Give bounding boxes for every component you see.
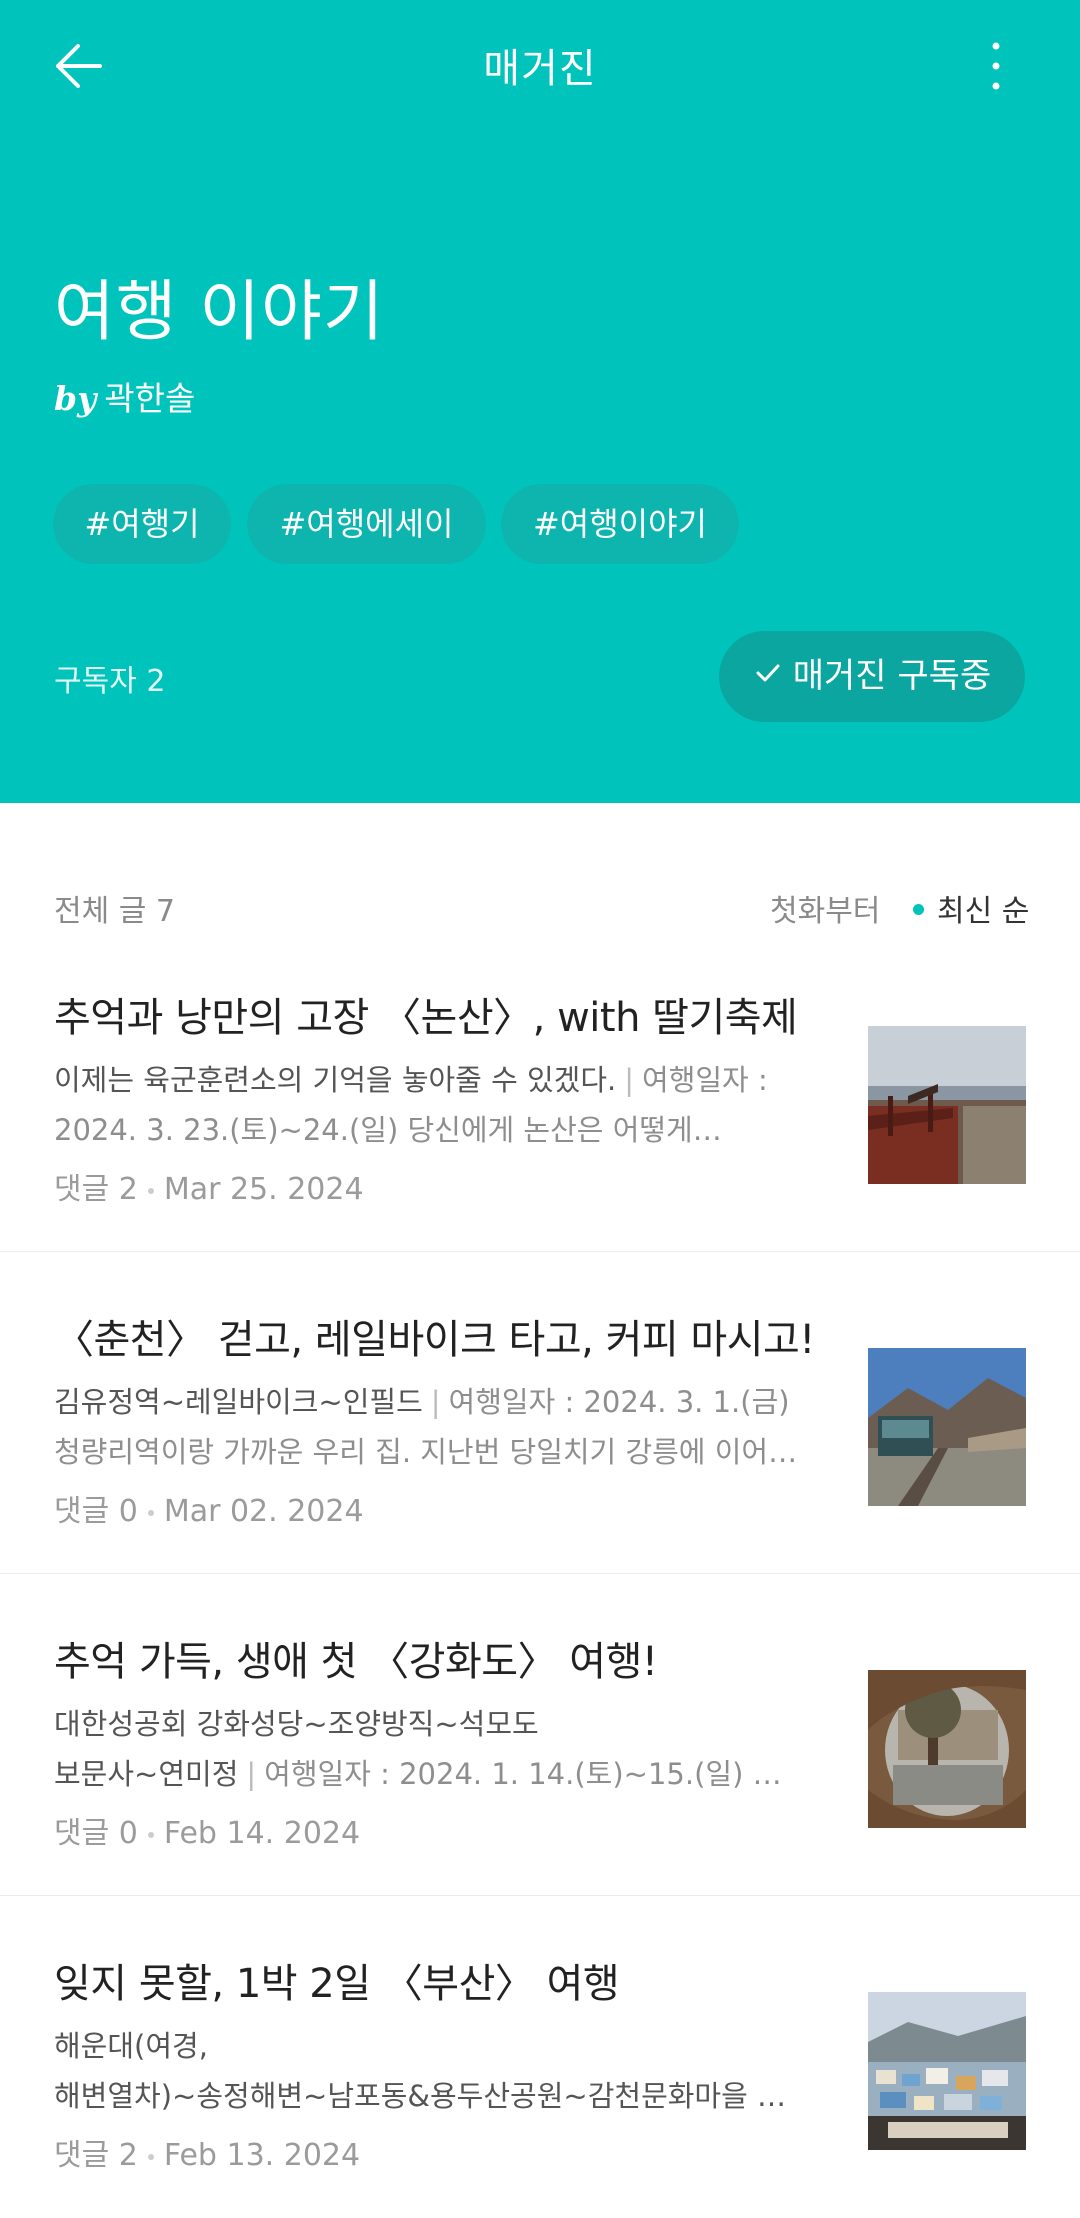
check-icon (753, 632, 783, 723)
tag-chip[interactable]: #여행이야기 (501, 484, 739, 564)
article-title: 〈춘천〉 걷고, 레일바이크 타고, 커피 마시고! (54, 1317, 815, 1363)
back-button[interactable] (44, 30, 124, 102)
total-count: 전체 글 7 (54, 894, 175, 929)
subscribe-label: 매거진 구독중 (792, 656, 992, 696)
article-lead-continued: 보문사~연미정 (54, 1757, 239, 1791)
article-thumbnail (868, 1670, 1026, 1828)
article-meta: 댓글 2 Feb 13. 2024 (54, 2130, 360, 2174)
more-options-button[interactable] (970, 34, 1022, 106)
article-lead: 이제는 육군훈련소의 기억을 놓아줄 수 있겠다. (54, 1063, 617, 1097)
sort-oldest-option[interactable]: 첫화부터 (770, 886, 880, 930)
magazine-title: 여행 이야기 (54, 273, 385, 350)
article-detail: 여행일자 : (642, 1063, 768, 1097)
article-date: Mar 02. 2024 (163, 1494, 364, 1529)
more-vertical-icon (992, 42, 1000, 90)
article-thumbnail (868, 1026, 1026, 1184)
subscribe-button[interactable]: 매거진 구독중 (719, 631, 1025, 722)
article-meta: 댓글 0 Feb 14. 2024 (54, 1808, 360, 1852)
article-summary: 김유정역~레일바이크~인필드 | 여행일자 : 2024. 3. 1.(금) 청량리… (54, 1377, 824, 1477)
article-lead: 해운대(여경, (54, 2029, 208, 2063)
article-item[interactable]: 〈춘천〉 걷고, 레일바이크 타고, 커피 마시고! 김유정역~레일바이크~인필… (0, 1252, 1080, 1574)
top-bar: 매거진 (0, 0, 1080, 130)
article-item[interactable]: 추억과 낭만의 고장 〈논산〉, with 딸기축제 이제는 육군훈련소의 기억… (0, 930, 1080, 1252)
article-lead-continued: 해변열차)~송정해변~남포동&용두산공원~감천문화마을 … (54, 2079, 787, 2113)
sort-latest-option[interactable]: 최신 순 (913, 886, 1029, 930)
article-item[interactable]: 잊지 못할, 1박 2일 〈부산〉 여행 해운대(여경, 해변열차)~송정해변~… (0, 1896, 1080, 2218)
sort-latest-label: 최신 순 (937, 894, 1030, 929)
comment-count: 댓글 2 (54, 1172, 138, 1207)
article-title: 잊지 못할, 1박 2일 〈부산〉 여행 (54, 1961, 620, 2007)
article-meta: 댓글 2 Mar 25. 2024 (54, 1164, 364, 1208)
article-thumbnail (868, 1348, 1026, 1506)
subscriber-count: 구독자 2 (54, 664, 166, 699)
arrow-left-icon (56, 44, 102, 88)
article-item[interactable]: 추억 가득, 생애 첫 〈강화도〉 여행! 대한성공회 강화성당~조양방직~석모… (0, 1574, 1080, 1896)
article-summary: 대한성공회 강화성당~조양방직~석모도 보문사~연미정 | 여행일자 : 2024.… (54, 1699, 824, 1799)
article-meta: 댓글 0 Mar 02. 2024 (54, 1486, 364, 1530)
comment-count: 댓글 0 (54, 1494, 138, 1529)
article-lead: 김유정역~레일바이크~인필드 (54, 1385, 423, 1419)
by-label: by (54, 379, 97, 418)
list-header: 전체 글 7 첫화부터 최신 순 (0, 880, 1080, 930)
comment-count: 댓글 0 (54, 1816, 138, 1851)
article-excerpt: 2024. 3. 23.(토)~24.(일) 당신에게 논산은 어떻게… (54, 1113, 722, 1147)
magazine-header: 매거진 여행 이야기 by 곽한솔 #여행기 #여행에세이 #여행이야기 구독자 … (0, 0, 1080, 803)
article-detail: 여행일자 : 2024. 1. 14.(토)~15.(일) … (264, 1757, 782, 1791)
article-lead: 대한성공회 강화성당~조양방직~석모도 (54, 1707, 539, 1741)
tag-chip[interactable]: #여행기 (53, 484, 231, 564)
comment-count: 댓글 2 (54, 2138, 138, 2173)
article-summary: 이제는 육군훈련소의 기억을 놓아줄 수 있겠다. | 여행일자 : 2024. 3… (54, 1055, 824, 1155)
article-date: Mar 25. 2024 (163, 1172, 364, 1207)
author-line: by 곽한솔 (54, 372, 195, 420)
article-title: 추억과 낭만의 고장 〈논산〉, with 딸기축제 (54, 995, 798, 1041)
article-summary: 해운대(여경, 해변열차)~송정해변~남포동&용두산공원~감천문화마을 … (54, 2021, 824, 2121)
article-date: Feb 13. 2024 (163, 2138, 361, 2173)
article-thumbnail (868, 1992, 1026, 2150)
author-name[interactable]: 곽한솔 (104, 379, 195, 418)
tag-chip[interactable]: #여행에세이 (247, 484, 486, 564)
page-title: 매거진 (483, 46, 597, 92)
article-detail: 여행일자 : 2024. 3. 1.(금) (448, 1385, 790, 1419)
article-date: Feb 14. 2024 (163, 1816, 361, 1851)
article-title: 추억 가득, 생애 첫 〈강화도〉 여행! (54, 1639, 658, 1685)
article-excerpt: 청량리역이랑 가까운 우리 집. 지난번 당일치기 강릉에 이어… (54, 1435, 798, 1469)
